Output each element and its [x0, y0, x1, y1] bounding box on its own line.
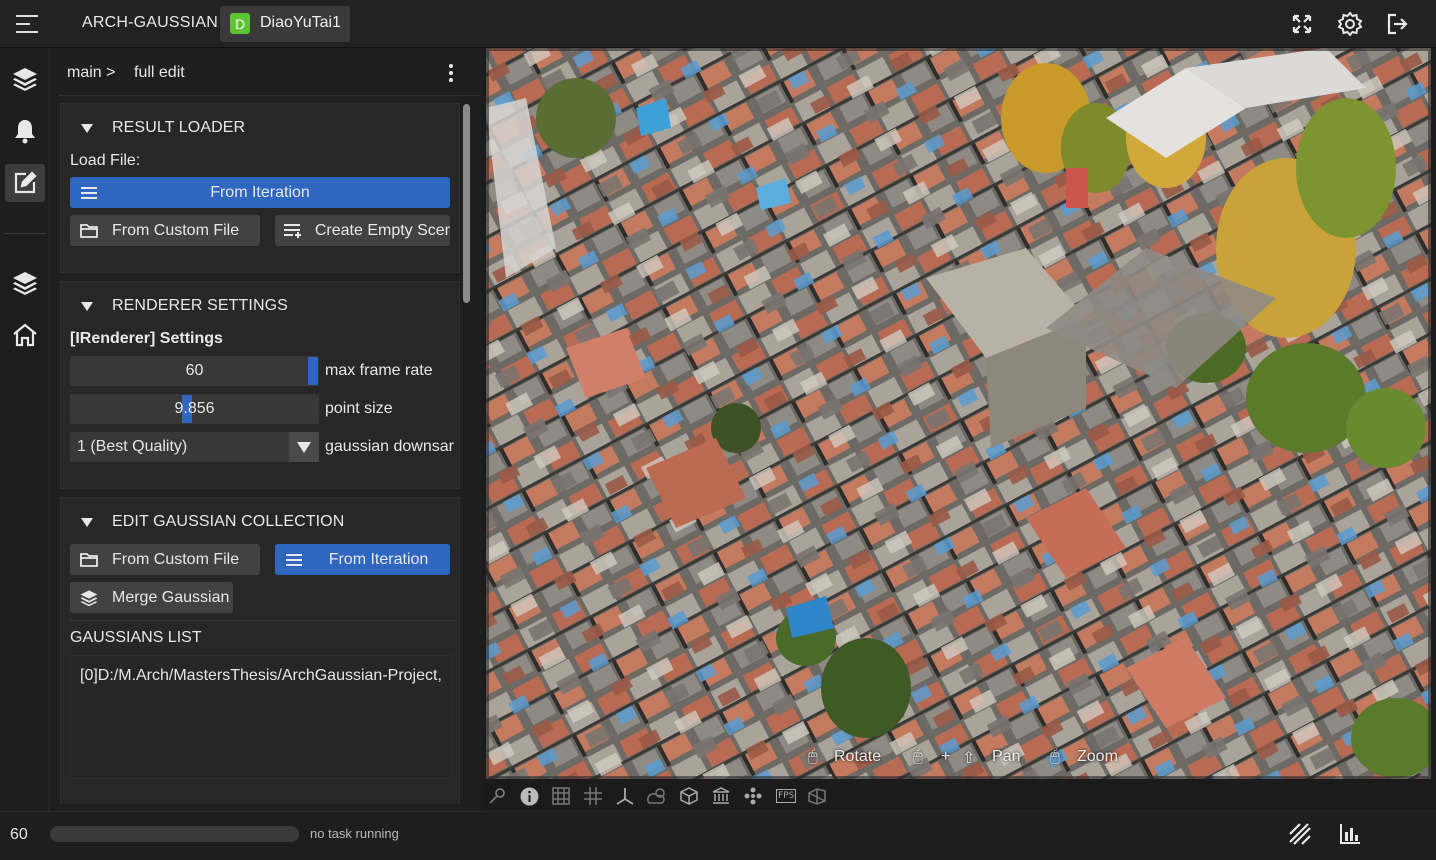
edit-from-iteration-button[interactable]: From Iteration: [275, 544, 450, 575]
downsample-select[interactable]: 1 (Best Quality): [70, 432, 319, 462]
bell-icon[interactable]: [5, 112, 45, 150]
zoom-hint: Zoom: [1077, 748, 1118, 765]
from-iteration-button[interactable]: From Iteration: [70, 177, 450, 208]
folder-icon: [70, 223, 108, 238]
merge-gaussian-button[interactable]: Merge Gaussian: [70, 582, 233, 613]
slider-handle[interactable]: [308, 357, 318, 385]
load-file-label: Load File:: [70, 152, 141, 169]
gaussians-list[interactable]: [0]D:/M.Arch/MastersThesis/ArchGaussian-…: [70, 655, 452, 779]
merge-gaussian-label: Merge Gaussian: [112, 588, 230, 606]
max-frame-rate-slider[interactable]: 60: [70, 356, 319, 386]
result-loader-title[interactable]: RESULT LOADER: [112, 119, 245, 137]
gaussians-list-title: GAUSSIANS LIST: [70, 629, 202, 646]
stats-chart-icon[interactable]: [1338, 822, 1364, 848]
mouse-wheel-icon: 🖱: [1050, 748, 1060, 765]
mouse-left-icon: 🖱: [913, 748, 923, 765]
renderer-settings-subtitle: [IRenderer] Settings: [70, 330, 223, 347]
fps-icon[interactable]: FPS: [774, 786, 798, 806]
temple-icon[interactable]: [710, 786, 732, 806]
breadcrumb-root[interactable]: main >: [67, 64, 115, 82]
downsample-label: gaussian downsar: [325, 438, 454, 455]
task-progress-bar: [50, 826, 299, 842]
app-title: ARCH-GAUSSIAN: [82, 14, 218, 31]
cube-icon[interactable]: [678, 786, 700, 806]
pan-hint: Pan: [992, 748, 1021, 765]
info-icon[interactable]: [518, 786, 540, 806]
point-size-label: point size: [325, 400, 393, 417]
mouse-left-icon: 🖱: [808, 748, 818, 765]
plus-text: +: [941, 748, 951, 765]
stack-icon[interactable]: [5, 264, 45, 302]
point-size-value: 9.856: [174, 400, 215, 417]
list-icon: [70, 186, 108, 199]
menu-icon[interactable]: [8, 8, 48, 40]
breadcrumb-divider: [58, 95, 480, 96]
breadcrumb-current: full edit: [134, 64, 185, 81]
max-frame-rate-value: 60: [185, 362, 204, 379]
from-custom-file-label: From Custom File: [112, 221, 240, 239]
list-icon: [275, 553, 313, 566]
scene-badge: D: [230, 13, 250, 34]
collapse-triangle-icon[interactable]: [81, 518, 93, 527]
panel-scrollbar[interactable]: [463, 104, 470, 303]
chevron-down-icon[interactable]: [289, 432, 319, 462]
hatch-icon[interactable]: [1288, 822, 1314, 848]
edit-icon[interactable]: [5, 164, 45, 202]
rotate-hint: Rotate: [834, 748, 882, 765]
icon-rail: [0, 48, 49, 811]
renderer-settings-title[interactable]: RENDERER SETTINGS: [112, 297, 288, 315]
fps-counter: 60: [10, 826, 28, 843]
logout-icon[interactable]: [1382, 10, 1412, 38]
wrench-icon[interactable]: [486, 786, 508, 806]
more-options-icon[interactable]: [440, 60, 462, 86]
section-divider: [70, 620, 455, 621]
camera-frustum-icon[interactable]: [806, 786, 828, 806]
scene-render: [486, 48, 1431, 779]
edit-from-iteration-label: From Iteration: [328, 550, 429, 568]
task-status: no task running: [310, 826, 399, 841]
create-empty-scene-label: Create Empty Scer: [314, 221, 450, 239]
from-custom-file-button[interactable]: From Custom File: [70, 215, 260, 246]
point-size-slider[interactable]: 9.856: [70, 394, 319, 424]
from-iteration-label: From Iteration: [210, 183, 310, 201]
weather-icon[interactable]: [646, 786, 668, 806]
settings-icon[interactable]: [1335, 10, 1365, 38]
layers-icon: [70, 589, 108, 607]
create-empty-scene-button[interactable]: Create Empty Scer: [275, 215, 450, 246]
collapse-triangle-icon[interactable]: [81, 124, 93, 133]
list-item[interactable]: [0]D:/M.Arch/MastersThesis/ArchGaussian-…: [80, 667, 448, 685]
downsample-value: 1 (Best Quality): [77, 438, 188, 455]
home-icon[interactable]: [5, 316, 45, 354]
add-list-icon: [275, 223, 311, 238]
edit-from-custom-file-label: From Custom File: [112, 550, 240, 568]
axes-icon[interactable]: [614, 786, 636, 806]
layers-icon[interactable]: [5, 60, 45, 98]
scene-name[interactable]: DiaoYuTai1: [260, 14, 341, 32]
3d-viewport[interactable]: [486, 48, 1431, 779]
grid-box-icon[interactable]: [550, 786, 572, 806]
edit-collection-title[interactable]: EDIT GAUSSIAN COLLECTION: [112, 513, 344, 531]
edit-from-custom-file-button[interactable]: From Custom File: [70, 544, 260, 575]
cluster-icon[interactable]: [742, 786, 764, 806]
grid-icon[interactable]: [582, 786, 604, 806]
max-frame-rate-label: max frame rate: [325, 362, 433, 379]
collapse-triangle-icon[interactable]: [81, 302, 93, 311]
fullscreen-icon[interactable]: [1287, 10, 1317, 38]
rail-divider: [4, 233, 46, 234]
shift-key-icon: ⇧: [962, 750, 976, 767]
folder-icon: [70, 552, 108, 567]
